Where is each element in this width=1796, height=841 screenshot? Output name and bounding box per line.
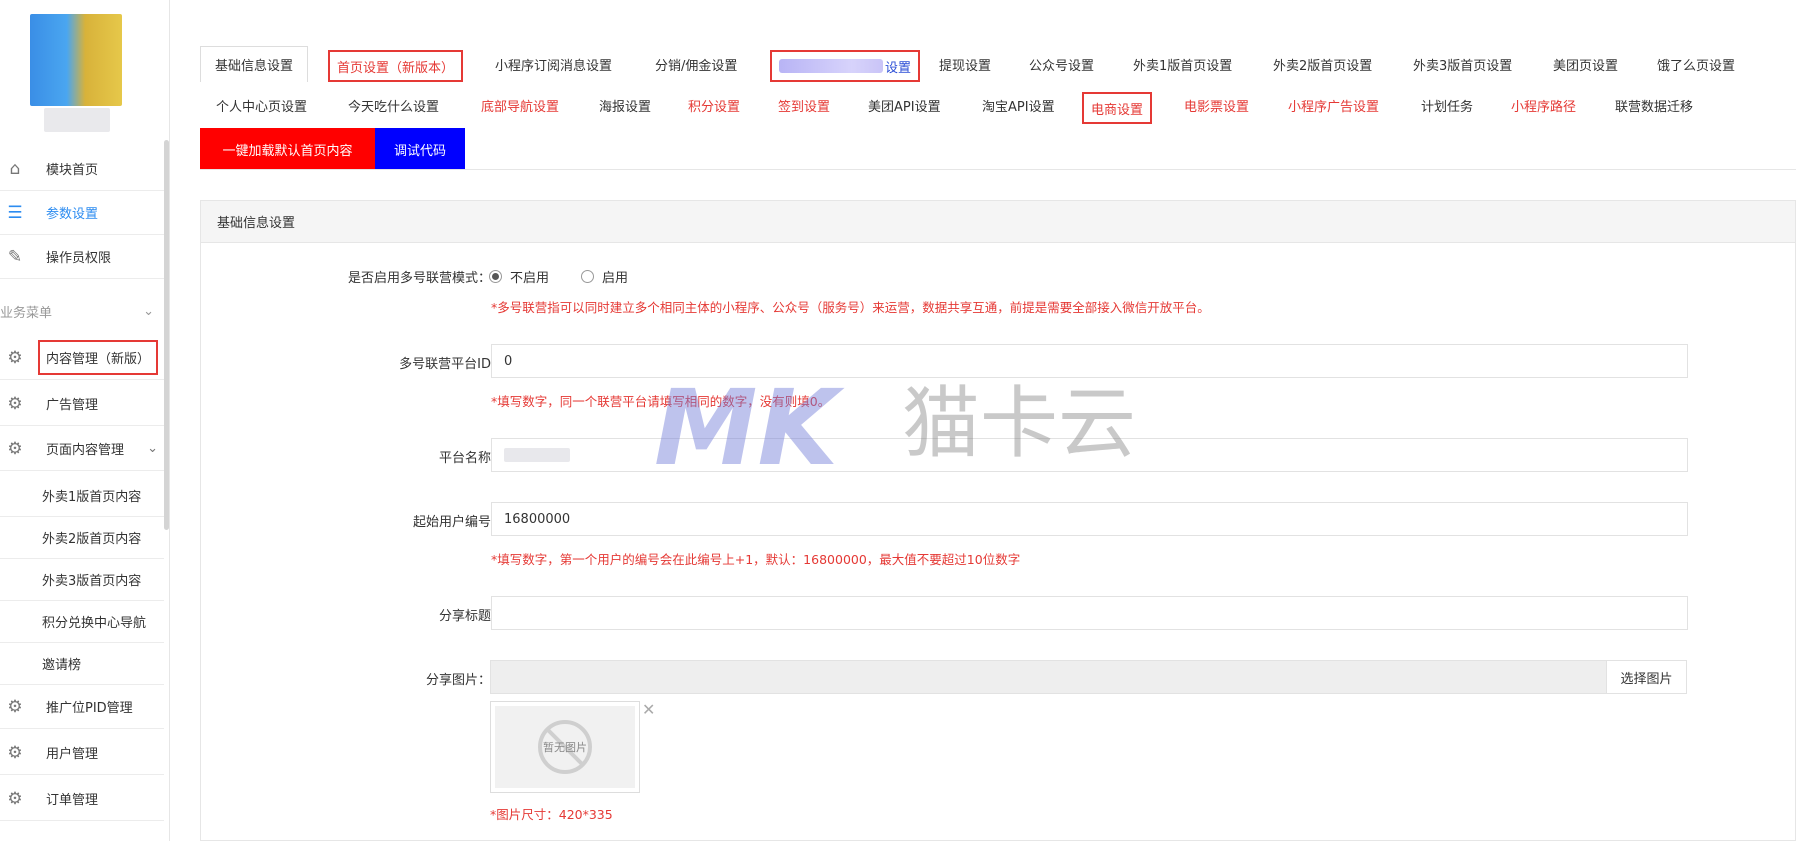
platform-name-input[interactable] <box>491 438 1688 472</box>
sidebar-item-pid[interactable]: ⚙ 推广位PID管理 <box>0 685 164 729</box>
sidebar-item-orders[interactable]: ⚙ 订单管理 <box>0 777 164 821</box>
chevron-down-icon: ⌄ <box>147 441 158 456</box>
remove-image-icon[interactable]: ✕ <box>642 700 655 719</box>
tab-blurred-settings[interactable]: 设置 <box>770 50 921 82</box>
sidebar-subitem[interactable]: 外卖1版首页内容 <box>0 475 164 517</box>
gear-icon: ⚙ <box>7 438 23 459</box>
tab-eleme[interactable]: 饿了么页设置 <box>1657 46 1735 82</box>
divider <box>200 169 1796 170</box>
no-image-text: 暂无图片 <box>543 741 587 754</box>
sidebar-item-page-content[interactable]: ⚙ 页面内容管理 ⌄ <box>0 427 164 471</box>
share-image-label: 分享图片： <box>425 673 491 688</box>
tab-what-to-eat[interactable]: 今天吃什么设置 <box>348 87 439 123</box>
tab-user-center[interactable]: 个人中心页设置 <box>216 87 307 123</box>
image-preview: 暂无图片 <box>490 701 640 793</box>
tab-taobao-api[interactable]: 淘宝API设置 <box>982 87 1055 123</box>
gear-icon: ⚙ <box>7 742 23 763</box>
tab-miniapp-ads[interactable]: 小程序广告设置 <box>1288 87 1379 123</box>
tab-distribution[interactable]: 分销/佣金设置 <box>655 46 737 82</box>
start-user-label: 起始用户编号 <box>412 515 491 530</box>
tab-waimai2[interactable]: 外卖2版首页设置 <box>1273 46 1372 82</box>
tab-meituan[interactable]: 美团页设置 <box>1553 46 1618 82</box>
basic-info-panel: 基础信息设置 是否启用多号联营模式： 不启用 启用 *多号联营指可以同时建立多个… <box>200 200 1796 841</box>
tab-miniapp-path[interactable]: 小程序路径 <box>1511 87 1576 123</box>
sidebar-subitem[interactable]: 外卖2版首页内容 <box>0 517 164 559</box>
start-user-input[interactable] <box>491 502 1688 536</box>
sidebar: ⌂ 模块首页 ☰ 参数设置 ✎ 操作员权限 业务菜单 ⌄ ⚙ 内容管理（新版） … <box>0 0 170 841</box>
tab-data-migration[interactable]: 联营数据迁移 <box>1615 87 1693 123</box>
share-image-field: 选择图片 <box>490 660 1687 694</box>
debug-code-button[interactable]: 调试代码 <box>375 128 465 170</box>
radio-disable[interactable]: 不启用 <box>489 267 549 286</box>
tab-waimai3[interactable]: 外卖3版首页设置 <box>1413 46 1512 82</box>
tab-checkin[interactable]: 签到设置 <box>778 87 830 123</box>
gear-icon: ⚙ <box>7 788 23 809</box>
sidebar-item-module-home[interactable]: ⌂ 模块首页 <box>0 147 164 191</box>
tab-scheduled-tasks[interactable]: 计划任务 <box>1421 87 1473 123</box>
tab-subscribe-msg[interactable]: 小程序订阅消息设置 <box>495 46 612 82</box>
logo-caption <box>44 108 110 132</box>
tab-poster[interactable]: 海报设置 <box>599 87 651 123</box>
tab-movie-ticket[interactable]: 电影票设置 <box>1184 87 1249 123</box>
tab-basic-info[interactable]: 基础信息设置 <box>200 46 309 82</box>
multi-mode-label: 是否启用多号联营模式： <box>347 271 491 286</box>
start-user-hint: *填写数字，第一个用户的编号会在此编号上+1，默认：16800000，最大值不要… <box>491 552 1021 567</box>
tab-bottom-nav[interactable]: 底部导航设置 <box>481 87 559 123</box>
gear-icon: ⚙ <box>7 696 23 717</box>
document-edit-icon: ✎ <box>7 246 23 267</box>
platform-name-label: 平台名称 <box>438 451 491 466</box>
radio-dot <box>581 270 594 283</box>
sidebar-item-users[interactable]: ⚙ 用户管理 <box>0 731 164 775</box>
share-title-label: 分享标题 <box>438 609 491 624</box>
radio-dot-checked <box>489 270 502 283</box>
sidebar-subitem[interactable]: 外卖3版首页内容 <box>0 559 164 601</box>
gear-icon: ⚙ <box>7 393 23 414</box>
sidebar-scrollbar[interactable] <box>164 140 169 530</box>
section-business-menu[interactable]: 业务菜单 ⌄ <box>0 298 164 324</box>
tab-official-account[interactable]: 公众号设置 <box>1029 46 1094 82</box>
share-title-input[interactable] <box>491 596 1688 630</box>
panel-title: 基础信息设置 <box>201 201 1795 243</box>
sidebar-item-content-mgmt[interactable]: ⚙ 内容管理（新版） <box>0 336 164 380</box>
redacted-value <box>504 448 570 462</box>
sidebar-item-operator[interactable]: ✎ 操作员权限 <box>0 235 164 279</box>
sidebar-subitem[interactable]: 积分兑换中心导航 <box>0 601 164 643</box>
image-size-hint: *图片尺寸：420*335 <box>490 807 613 822</box>
tab-waimai1[interactable]: 外卖1版首页设置 <box>1133 46 1232 82</box>
settings-list-icon: ☰ <box>7 202 23 223</box>
redacted-label <box>779 59 883 73</box>
multi-mode-hint: *多号联营指可以同时建立多个相同主体的小程序、公众号（服务号）来运营，数据共享互… <box>491 300 1210 315</box>
platform-id-input[interactable] <box>491 344 1688 378</box>
tab-withdraw[interactable]: 提现设置 <box>939 46 991 82</box>
load-default-home-button[interactable]: 一键加载默认首页内容 <box>200 128 375 170</box>
sidebar-subitem[interactable]: 邀请榜 <box>0 643 164 685</box>
gear-icon: ⚙ <box>7 347 23 368</box>
platform-id-hint: *填写数字，同一个联营平台请填写相同的数字，没有则填0。 <box>491 394 831 409</box>
tab-meituan-api[interactable]: 美团API设置 <box>868 87 941 123</box>
logo <box>30 14 122 106</box>
choose-image-button[interactable]: 选择图片 <box>1606 661 1686 693</box>
sidebar-item-params[interactable]: ☰ 参数设置 <box>0 191 164 235</box>
radio-enable[interactable]: 启用 <box>581 267 628 286</box>
tab-home-new[interactable]: 首页设置（新版本） <box>328 50 464 82</box>
chevron-down-icon: ⌄ <box>143 303 154 319</box>
home-icon: ⌂ <box>9 158 21 179</box>
sidebar-item-ads[interactable]: ⚙ 广告管理 <box>0 382 164 426</box>
platform-id-label: 多号联营平台ID <box>399 357 491 372</box>
tab-ecommerce[interactable]: 电商设置 <box>1082 92 1153 124</box>
tab-points[interactable]: 积分设置 <box>688 87 740 123</box>
